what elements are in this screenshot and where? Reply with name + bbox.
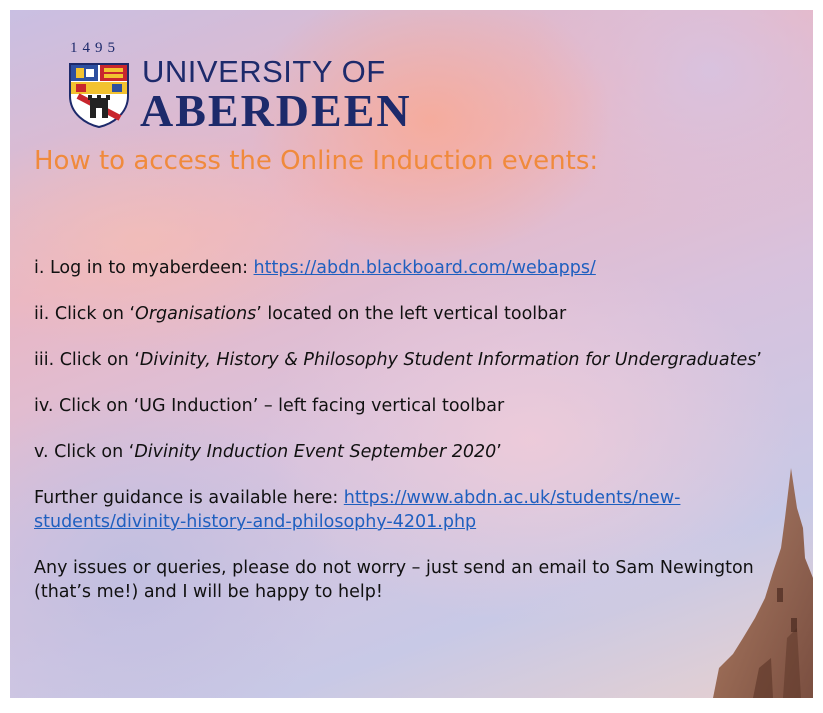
step-7-text: Any issues or queries, please do not wor… <box>34 558 754 602</box>
step-3-suffix: ’ <box>756 350 762 370</box>
step-3-emphasis: Divinity, History & Philosophy Student I… <box>139 350 757 370</box>
step-1-text: i. Log in to myaberdeen: <box>34 258 254 278</box>
logo-aberdeen: ABERDEEN <box>140 85 412 136</box>
tower-icon <box>713 468 813 698</box>
step-5-suffix: ’ <box>496 442 502 462</box>
logo-year: 1495 <box>70 40 120 56</box>
university-logo: 1495 UNIVERSITY OF ABERDEEN <box>68 40 410 136</box>
step-4: iv. Click on ‘UG Induction’ – left facin… <box>34 394 794 418</box>
step-1: i. Log in to myaberdeen: https://abdn.bl… <box>34 256 794 280</box>
step-3-prefix: iii. Click on ‘ <box>34 350 140 370</box>
crest-icon <box>69 63 129 128</box>
slide: 1495 UNIVERSITY OF ABERDEEN How to acces… <box>10 10 813 698</box>
slide-title: How to access the Online Induction event… <box>34 146 599 176</box>
step-5-emphasis: Divinity Induction Event September 2020 <box>134 442 497 462</box>
step-2-emphasis: Organisations <box>135 304 257 324</box>
step-6-text: Further guidance is available here: <box>34 488 344 508</box>
step-4-text: iv. Click on ‘UG Induction’ – left facin… <box>34 396 505 416</box>
myaberdeen-link[interactable]: https://abdn.blackboard.com/webapps/ <box>254 258 596 278</box>
step-5: v. Click on ‘Divinity Induction Event Se… <box>34 440 794 464</box>
step-5-prefix: v. Click on ‘ <box>34 442 135 462</box>
step-2: ii. Click on ‘Organisations’ located on … <box>34 302 794 326</box>
step-3: iii. Click on ‘Divinity, History & Philo… <box>34 348 794 372</box>
step-2-prefix: ii. Click on ‘ <box>34 304 136 324</box>
step-2-suffix: ’ located on the left vertical toolbar <box>256 304 567 324</box>
